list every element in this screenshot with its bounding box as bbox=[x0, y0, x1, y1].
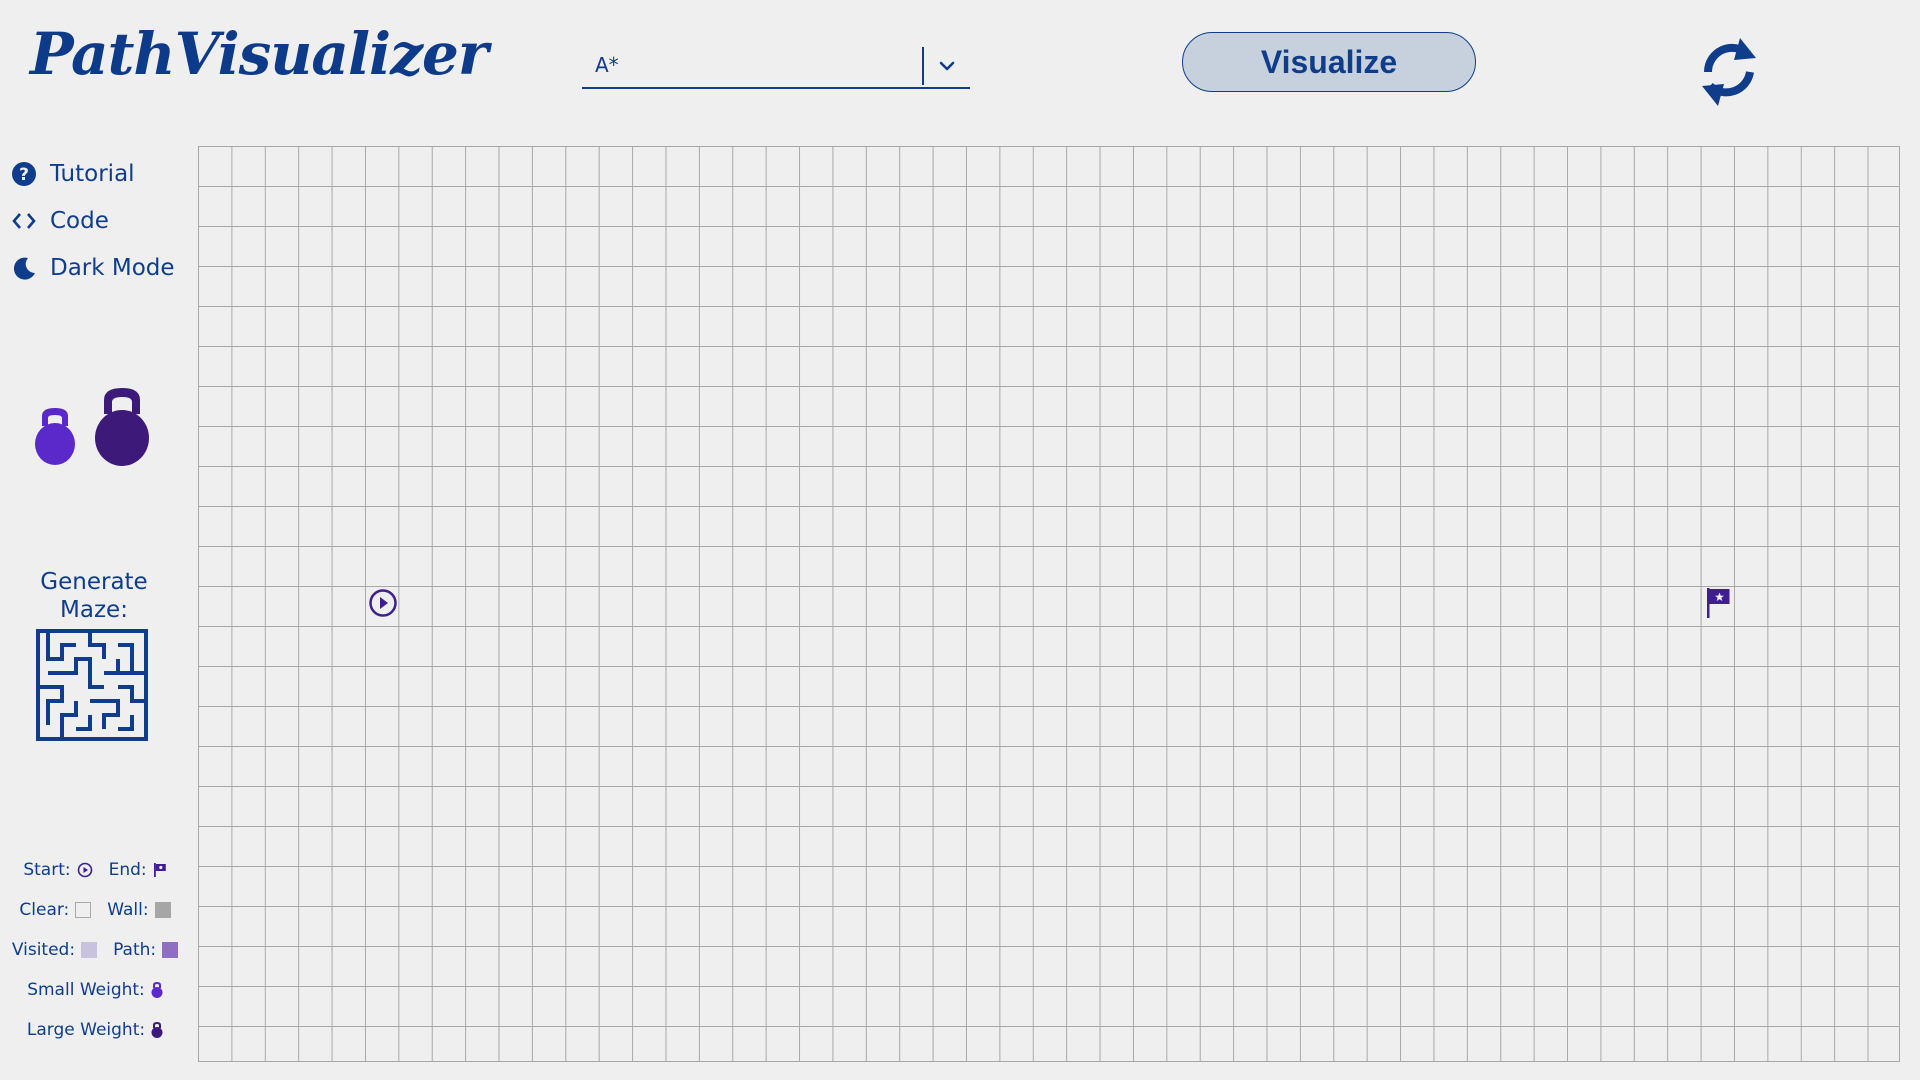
visualize-button[interactable]: Visualize bbox=[1182, 32, 1476, 92]
maze-icon[interactable] bbox=[36, 629, 148, 741]
sidebar-item-dark-mode[interactable]: Dark Mode bbox=[10, 244, 175, 291]
generate-maze-label: Generate Maze: bbox=[40, 569, 148, 623]
select-divider bbox=[922, 47, 924, 85]
large-weight-kettlebell-icon[interactable] bbox=[94, 388, 150, 466]
moon-icon bbox=[10, 254, 38, 282]
sidebar-item-tutorial[interactable]: ? Tutorial bbox=[10, 150, 175, 197]
small-weight-kettlebell-icon[interactable] bbox=[34, 408, 76, 466]
algorithm-selected-value: A* bbox=[595, 53, 619, 77]
algorithm-select[interactable]: A* bbox=[582, 45, 970, 89]
legend-wall-label: Wall: bbox=[107, 900, 149, 920]
legend-path-label: Path: bbox=[113, 940, 157, 960]
end-flag-icon[interactable] bbox=[1705, 586, 1731, 620]
legend-large-weight-label: Large Weight: bbox=[26, 1020, 146, 1040]
visited-swatch bbox=[81, 942, 98, 958]
legend: Start: End: Clear: Wall: Visited: Path: … bbox=[0, 850, 190, 1050]
reset-refresh-icon[interactable] bbox=[1694, 30, 1764, 114]
legend-row-visited-path: Visited: Path: bbox=[0, 930, 190, 970]
legend-row-clear-wall: Clear: Wall: bbox=[0, 890, 190, 930]
small-weight-icon bbox=[151, 982, 163, 998]
sidebar-item-label: Code bbox=[50, 207, 109, 234]
start-node-icon[interactable] bbox=[369, 588, 397, 618]
pathfinding-grid[interactable] bbox=[198, 146, 1900, 1062]
sidebar-item-label: Dark Mode bbox=[50, 254, 175, 281]
clear-swatch bbox=[75, 902, 92, 918]
code-brackets-icon bbox=[10, 207, 38, 235]
legend-clear-label: Clear: bbox=[19, 900, 70, 920]
large-weight-icon bbox=[151, 1022, 163, 1038]
legend-row-large-weight: Large Weight: bbox=[0, 1010, 190, 1050]
question-circle-icon: ? bbox=[10, 160, 38, 188]
sidebar-nav: ? Tutorial Code Dark Mode bbox=[10, 150, 175, 291]
legend-small-weight-label: Small Weight: bbox=[27, 980, 145, 1000]
legend-visited-label: Visited: bbox=[11, 940, 76, 960]
chevron-down-icon[interactable] bbox=[934, 55, 960, 77]
sidebar-item-code[interactable]: Code bbox=[10, 197, 175, 244]
legend-row-small-weight: Small Weight: bbox=[0, 970, 190, 1010]
path-swatch bbox=[162, 942, 179, 958]
start-play-icon bbox=[77, 862, 92, 878]
legend-row-start-end: Start: End: bbox=[0, 850, 190, 890]
wall-swatch bbox=[154, 902, 171, 918]
legend-end-label: End: bbox=[108, 860, 147, 880]
sidebar-item-label: Tutorial bbox=[50, 160, 135, 187]
svg-text:?: ? bbox=[19, 165, 29, 185]
app-logo: PathVisualizer bbox=[30, 20, 488, 88]
end-flag-icon bbox=[153, 863, 166, 877]
legend-start-label: Start: bbox=[23, 860, 71, 880]
